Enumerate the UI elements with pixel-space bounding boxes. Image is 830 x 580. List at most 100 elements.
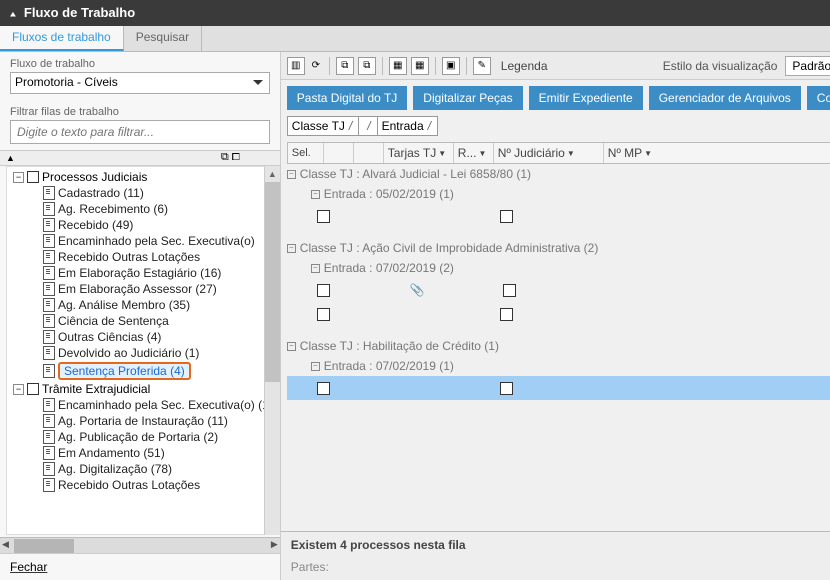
- filter-chips: Classe TJ/ / Entrada/: [281, 110, 830, 136]
- toolbar-icon-1[interactable]: ▥: [287, 57, 305, 75]
- attachment-icon: 📎: [410, 283, 425, 297]
- data-row[interactable]: [287, 204, 830, 228]
- collapse-icon[interactable]: −: [13, 172, 24, 183]
- row-checkbox[interactable]: [317, 382, 330, 395]
- tree-scrollbar[interactable]: ▲: [264, 166, 280, 535]
- digitalizar-button[interactable]: Digitalizar Peças: [413, 86, 522, 110]
- row-checkbox[interactable]: [317, 284, 330, 297]
- col-njud[interactable]: Nº Judiciário▼: [494, 143, 604, 163]
- col-r[interactable]: R...▼: [454, 143, 494, 163]
- data-row[interactable]: 📎: [287, 278, 830, 302]
- right-toolbar: ▥ ⟳ ⧉ ⧉ ▦ ▦ ▣ ✎ Legenda Estilo da visual…: [281, 52, 830, 80]
- group-entrada-1[interactable]: −Entrada : 05/02/2019 (1): [287, 184, 830, 204]
- tree-item[interactable]: Recebido Outras Lotações: [39, 477, 273, 493]
- toolbar-icon-4[interactable]: ▦: [389, 57, 407, 75]
- tree-item[interactable]: Encaminhado pela Sec. Executiva(o): [39, 233, 273, 249]
- row-checkbox[interactable]: [317, 210, 330, 223]
- collapse-icon[interactable]: ▲: [6, 153, 15, 163]
- tree-root[interactable]: − Processos Judiciais: [9, 169, 273, 185]
- workflow-select[interactable]: Promotoria - Cíveis: [10, 72, 270, 94]
- status-count: Existem 4 processos nesta fila: [281, 531, 830, 558]
- document-icon: [43, 234, 55, 248]
- filter-classe-close[interactable]: /: [359, 116, 377, 136]
- list-header: Sel. Tarjas TJ▼ R...▼ Nº Judiciário▼ Nº …: [287, 142, 830, 164]
- document-icon: [43, 202, 55, 216]
- row-checkbox2[interactable]: [500, 210, 513, 223]
- filter-queues-input[interactable]: [10, 120, 270, 144]
- document-icon: [43, 346, 55, 360]
- col-nmp[interactable]: Nº MP▼: [604, 143, 830, 163]
- tree-item[interactable]: Ag. Publicação de Portaria (2): [39, 429, 273, 445]
- emitir-button[interactable]: Emitir Expediente: [529, 86, 643, 110]
- tree-item[interactable]: Ag. Recebimento (6): [39, 201, 273, 217]
- legend-label[interactable]: Legenda: [501, 59, 548, 73]
- action-bar: Pasta Digital do TJ Digitalizar Peças Em…: [281, 80, 830, 110]
- workflow-tree[interactable]: − Processos Judiciais Cadastrado (11) Ag…: [6, 166, 274, 535]
- col-sel[interactable]: Sel.: [288, 143, 324, 163]
- filter-classe[interactable]: Classe TJ/: [287, 116, 359, 136]
- tree-item[interactable]: Ag. Análise Membro (35): [39, 297, 273, 313]
- toolbar-icon-5[interactable]: ▦: [411, 57, 429, 75]
- tree-item[interactable]: Encaminhado pela Sec. Executiva(o) (1): [39, 397, 273, 413]
- toolbar-icon-7[interactable]: ✎: [473, 57, 491, 75]
- col-blank2[interactable]: [354, 143, 384, 163]
- tree-toolbar: ▲ ⧉ ⧠: [0, 150, 280, 166]
- data-row[interactable]: [287, 302, 830, 326]
- right-panel: ▥ ⟳ ⧉ ⧉ ▦ ▦ ▣ ✎ Legenda Estilo da visual…: [281, 52, 830, 580]
- status-partes: Partes:: [281, 558, 830, 580]
- row-checkbox2[interactable]: [500, 308, 513, 321]
- document-icon: [43, 414, 55, 428]
- tree-item[interactable]: Em Elaboração Assessor (27): [39, 281, 273, 297]
- document-icon: [43, 330, 55, 344]
- group-entrada-3[interactable]: −Entrada : 07/02/2019 (1): [287, 356, 830, 376]
- tree-item[interactable]: Em Andamento (51): [39, 445, 273, 461]
- gerenciador-button[interactable]: Gerenciador de Arquivos: [649, 86, 801, 110]
- toolbar-icon-6[interactable]: ▣: [442, 57, 460, 75]
- left-panel: Fluxo de trabalho Promotoria - Cíveis Fi…: [0, 52, 281, 580]
- document-icon: [43, 478, 55, 492]
- tree-item[interactable]: Ag. Digitalização (78): [39, 461, 273, 477]
- tree-item[interactable]: Ciência de Sentença: [39, 313, 273, 329]
- collapse-icon[interactable]: −: [13, 384, 24, 395]
- toolbar-icon-2[interactable]: ⧉: [336, 57, 354, 75]
- tree-item[interactable]: Ag. Portaria de Instauração (11): [39, 413, 273, 429]
- tree-item[interactable]: Recebido Outras Lotações: [39, 249, 273, 265]
- viz-style-select[interactable]: Padrão: [785, 56, 830, 76]
- tree-item[interactable]: Sentença Proferida (4): [39, 361, 273, 381]
- toolbar-icon-3[interactable]: ⧉: [358, 57, 376, 75]
- tree-item[interactable]: Devolvido ao Judiciário (1): [39, 345, 273, 361]
- col-blank1[interactable]: [324, 143, 354, 163]
- filter-entrada[interactable]: Entrada/: [377, 116, 438, 136]
- group-classe-2[interactable]: −Classe TJ : Ação Civil de Improbidade A…: [287, 238, 830, 258]
- list-body: −Classe TJ : Alvará Judicial - Lei 6858/…: [287, 164, 830, 531]
- tab-pesquisar[interactable]: Pesquisar: [124, 26, 202, 51]
- overflow-button[interactable]: Co: [807, 86, 830, 110]
- group-entrada-2[interactable]: −Entrada : 07/02/2019 (2): [287, 258, 830, 278]
- tree-root[interactable]: − Trâmite Extrajudicial: [9, 381, 273, 397]
- refresh-icon[interactable]: ⟳: [309, 57, 323, 75]
- row-checkbox2[interactable]: [503, 284, 516, 297]
- group-classe-1[interactable]: −Classe TJ : Alvará Judicial - Lei 6858/…: [287, 164, 830, 184]
- document-icon: [43, 430, 55, 444]
- col-tarjas[interactable]: Tarjas TJ▼: [384, 143, 454, 163]
- row-checkbox2[interactable]: [500, 382, 513, 395]
- pasta-digital-button[interactable]: Pasta Digital do TJ: [287, 86, 408, 110]
- document-icon: [43, 398, 55, 412]
- tree-item[interactable]: Recebido (49): [39, 217, 273, 233]
- document-icon: [43, 186, 55, 200]
- row-checkbox[interactable]: [317, 308, 330, 321]
- tree-item[interactable]: Outras Ciências (4): [39, 329, 273, 345]
- document-icon: [43, 364, 55, 378]
- tab-bar: Fluxos de trabalho Pesquisar: [0, 26, 830, 52]
- document-icon: [43, 250, 55, 264]
- tab-fluxos[interactable]: Fluxos de trabalho: [0, 26, 124, 51]
- tree-item[interactable]: Em Elaboração Estagiário (16): [39, 265, 273, 281]
- tree-item[interactable]: Cadastrado (11): [39, 185, 273, 201]
- data-row-selected[interactable]: [287, 376, 830, 400]
- group-classe-3[interactable]: −Classe TJ : Habilitação de Crédito (1): [287, 336, 830, 356]
- tree-hscroll[interactable]: [0, 537, 280, 553]
- document-icon: [43, 282, 55, 296]
- document-icon: [43, 298, 55, 312]
- close-button[interactable]: Fechar: [0, 553, 280, 580]
- tree-tool-icons[interactable]: ⧉ ⧠: [221, 151, 240, 164]
